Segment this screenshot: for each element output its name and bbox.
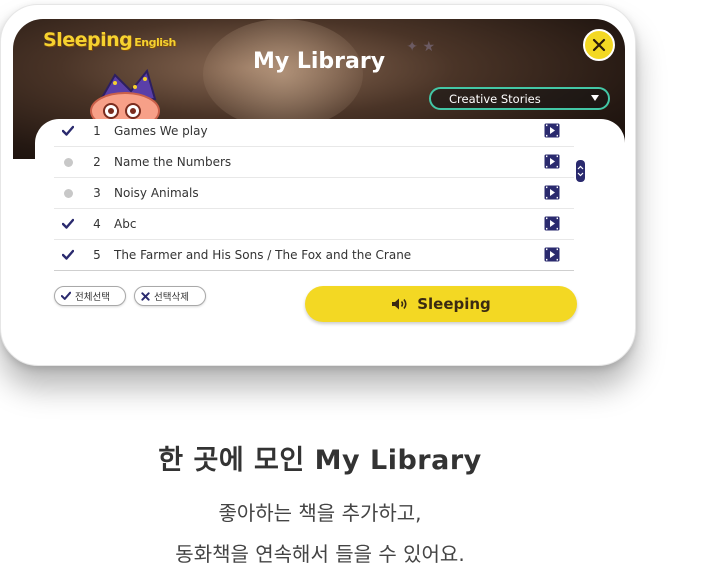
check-icon[interactable] xyxy=(62,218,74,230)
scroll-handle-icon[interactable] xyxy=(576,160,585,182)
delete-selected-label: 선택삭제 xyxy=(154,292,189,303)
book-number: 1 xyxy=(93,124,101,138)
unselected-dot-icon[interactable] xyxy=(64,189,73,198)
check-icon[interactable] xyxy=(62,125,74,137)
book-row[interactable]: 5 The Farmer and His Sons / The Fox and … xyxy=(54,240,574,271)
book-number: 2 xyxy=(93,155,101,169)
close-icon xyxy=(592,38,606,52)
logo-sub-text: English xyxy=(134,36,176,49)
select-all-label: 전체선택 xyxy=(75,292,110,303)
book-title[interactable]: Noisy Animals xyxy=(114,186,199,200)
scroll-arrows-icon xyxy=(577,165,584,177)
caption-title: 한 곳에 모인 My Library xyxy=(158,445,482,476)
check-icon[interactable] xyxy=(62,249,74,261)
category-dropdown[interactable]: Creative Stories xyxy=(429,87,610,110)
app-logo: Sleeping English xyxy=(43,29,176,51)
book-title[interactable]: The Farmer and His Sons / The Fox and th… xyxy=(114,248,411,262)
speaker-icon xyxy=(392,298,407,310)
check-icon xyxy=(61,291,71,300)
close-button[interactable] xyxy=(583,29,615,61)
select-all-button[interactable]: 전체선택 xyxy=(54,286,126,306)
video-play-icon[interactable] xyxy=(544,247,560,262)
book-number: 4 xyxy=(93,217,101,231)
header-glow xyxy=(203,19,363,129)
book-title[interactable]: Abc xyxy=(114,217,136,231)
delete-selected-button[interactable]: 선택삭제 xyxy=(134,286,206,306)
video-play-icon[interactable] xyxy=(544,216,560,231)
book-row[interactable]: 1 Games We play xyxy=(54,116,574,147)
logo-main-text: Sleeping xyxy=(43,29,133,51)
book-title[interactable]: Games We play xyxy=(114,124,208,138)
unselected-dot-icon[interactable] xyxy=(64,158,73,167)
book-row[interactable]: 2 Name the Numbers xyxy=(54,147,574,178)
video-play-icon[interactable] xyxy=(544,154,560,169)
video-play-icon[interactable] xyxy=(544,185,560,200)
book-number: 5 xyxy=(93,248,101,262)
caption-line: 동화책을 연속해서 들을 수 있어요. xyxy=(175,542,465,566)
x-icon xyxy=(141,291,150,301)
sleeping-play-button[interactable]: Sleeping xyxy=(305,286,577,322)
category-dropdown-value: Creative Stories xyxy=(449,91,541,106)
caret-down-icon xyxy=(591,95,599,101)
book-number: 3 xyxy=(93,186,101,200)
sleeping-label: Sleeping xyxy=(417,295,491,313)
book-list: 1 Games We play 2 Name the Numbers 3 Noi… xyxy=(54,116,574,271)
caption-line: 좋아하는 책을 추가하고, xyxy=(218,501,422,525)
book-row[interactable]: 3 Noisy Animals xyxy=(54,178,574,209)
video-play-icon[interactable] xyxy=(544,123,560,138)
book-title[interactable]: Name the Numbers xyxy=(114,155,231,169)
book-row[interactable]: 4 Abc xyxy=(54,209,574,240)
page-title: My Library xyxy=(252,49,386,74)
